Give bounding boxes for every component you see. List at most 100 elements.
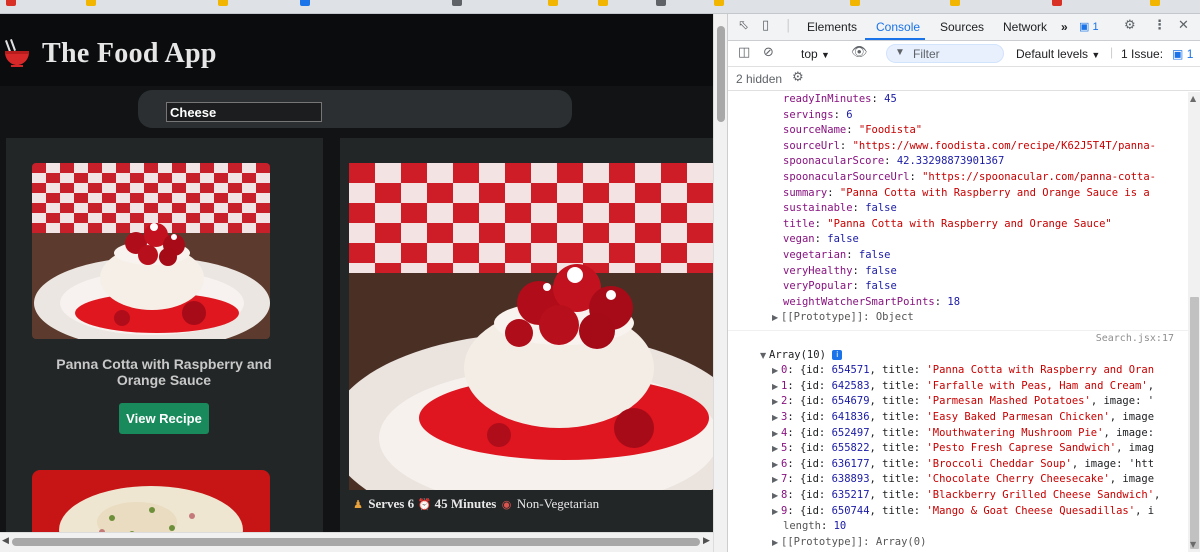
settings-gear-icon[interactable]: ⚙ <box>1124 18 1136 33</box>
expand-triangle-icon: ▶ <box>772 491 779 500</box>
app-title: The Food App <box>42 38 217 69</box>
diet-text: Non-Vegetarian <box>516 496 600 511</box>
console-settings-gear-icon[interactable]: ⚙ <box>792 70 804 85</box>
recipe-thumbnail[interactable] <box>32 163 270 339</box>
active-tab-indicator <box>865 38 925 40</box>
scroll-up-icon[interactable]: ▲ <box>1190 94 1196 103</box>
browser-tab-strip[interactable] <box>0 0 1200 14</box>
chevron-down-icon: ▼ <box>1091 50 1101 60</box>
scroll-left-icon[interactable]: ◀ <box>2 536 9 546</box>
expand-triangle-icon: ▶ <box>772 537 779 547</box>
array-item-row[interactable]: ▶ 2: {id: 654679, title: 'Parmesan Mashed… <box>772 394 1154 410</box>
tab-sources[interactable]: Sources <box>940 20 984 34</box>
array-item-row[interactable]: ▶ 5: {id: 655822, title: 'Pesto Fresh Cap… <box>772 441 1154 457</box>
array-item-row[interactable]: ▶ 0: {id: 654571, title: 'Panna Cotta wit… <box>772 363 1154 379</box>
recipe-detail-meta: ♟ Serves 6 ⏰ 45 Minutes ◉ Non-Vegetarian <box>351 496 599 512</box>
array-item-row[interactable]: ▶ 4: {id: 652497, title: 'Mouthwatering M… <box>772 426 1154 442</box>
more-options-icon[interactable]: ⋮ <box>1153 18 1166 33</box>
tab-console[interactable]: Console <box>876 20 920 34</box>
food-app: The Food App Cheese Panna Cotta with Ras… <box>0 14 713 552</box>
tab-network[interactable]: Network <box>1003 20 1047 34</box>
expand-triangle-icon: ▶ <box>772 475 779 485</box>
context-selector-label: top <box>801 47 818 61</box>
console-filter-bar: ◫ ⊘ top ▼ 👁 ▼ Filter Default levels ▼ | … <box>728 41 1200 67</box>
console-object-property[interactable]: title: "Panna Cotta with Raspberry and O… <box>783 217 1112 233</box>
tab-elements[interactable]: Elements <box>807 20 857 34</box>
array-item-row[interactable]: ▶ 6: {id: 636177, title: 'Broccoli Chedda… <box>772 457 1154 473</box>
array-item-row[interactable]: ▶ 7: {id: 638893, title: 'Chocolate Cherr… <box>772 472 1154 488</box>
array-item-row[interactable]: ▶ 8: {id: 635217, title: 'Blackberry Gril… <box>772 488 1160 504</box>
array-item-row[interactable]: ▶ 1: {id: 642583, title: 'Farfalle with P… <box>772 379 1154 395</box>
console-object-property[interactable]: sourceUrl: "https://www.foodista.com/rec… <box>783 139 1156 155</box>
prototype-array-row[interactable]: ▶ [[Prototype]]: Array(0) <box>772 535 926 551</box>
device-toolbar-icon[interactable]: ▯ <box>762 18 769 33</box>
filter-icon: ▼ <box>895 47 905 58</box>
context-selector[interactable]: top ▼ <box>801 47 830 61</box>
expand-triangle-icon: ▶ <box>772 397 779 407</box>
search-input[interactable] <box>166 102 322 122</box>
expand-triangle-icon: ▶ <box>772 313 779 323</box>
view-recipe-button[interactable]: View Recipe <box>119 403 209 434</box>
console-object-property[interactable]: summary: "Panna Cotta with Raspberry and… <box>783 186 1150 202</box>
prototype-object-row[interactable]: ▶ [[Prototype]]: Object <box>772 310 914 326</box>
array-item-row[interactable]: ▶ 9: {id: 650744, title: 'Mango & Goat Ch… <box>772 504 1154 520</box>
array-header-row[interactable]: ▼ Array(10) i <box>760 348 843 364</box>
app-horizontal-scroll-thumb[interactable] <box>12 538 700 546</box>
scroll-right-icon[interactable]: ▶ <box>703 536 710 546</box>
app-vertical-scrollbar[interactable] <box>713 14 727 552</box>
eye-icon[interactable]: 👁 <box>851 45 868 60</box>
toolbar-divider: | <box>786 18 791 33</box>
expand-triangle-icon: ▶ <box>772 381 779 391</box>
console-object-property[interactable]: readyInMinutes: 45 <box>783 92 897 108</box>
filter-divider: | <box>1110 45 1114 59</box>
array-item-row[interactable]: ▶ 3: {id: 641836, title: 'Easy Baked Parm… <box>772 410 1154 426</box>
screen: The Food App Cheese Panna Cotta with Ras… <box>0 0 1200 552</box>
messages-badge[interactable]: ▣ 1 <box>1079 20 1099 33</box>
scroll-down-icon[interactable]: ▼ <box>1190 540 1196 549</box>
array-length-row[interactable]: length: 10 <box>783 519 846 535</box>
meat-icon: ◉ <box>501 498 512 511</box>
console-output: readyInMinutes: 45 servings: 6 sourceName:… <box>728 92 1188 552</box>
console-object-property[interactable]: spoonacularSourceUrl: "https://spoonacul… <box>783 170 1156 186</box>
app-vertical-scroll-thumb[interactable] <box>717 26 725 122</box>
console-object-property[interactable]: vegetarian: false <box>783 248 890 264</box>
console-object-property[interactable]: sourceName: "Foodista" <box>783 123 922 139</box>
expand-triangle-icon: ▶ <box>772 506 779 516</box>
collapse-triangle-icon: ▼ <box>760 350 767 360</box>
console-object-property[interactable]: vegan: false <box>783 232 859 248</box>
sidebar-toggle-icon[interactable]: ◫ <box>738 45 750 60</box>
filter-input[interactable]: ▼ Filter <box>886 44 1004 63</box>
chevron-down-icon: ▼ <box>821 50 830 60</box>
message-icon: ▣ <box>1172 47 1184 61</box>
console-scrollbar[interactable]: ▲ ▼ <box>1188 92 1200 552</box>
hidden-count: 2 hidden <box>736 72 783 86</box>
log-levels-label: Default levels <box>1016 47 1089 61</box>
devtools-toolbar: ⬁ ▯ | Elements Console Sources Network »… <box>728 14 1200 41</box>
console-object-property[interactable]: sustainable: false <box>783 201 897 217</box>
clear-console-icon[interactable]: ⊘ <box>763 45 774 60</box>
people-icon: ♟ <box>353 498 363 511</box>
close-icon[interactable]: ✕ <box>1178 18 1189 33</box>
console-object-property[interactable]: weightWatcherSmartPoints: 18 <box>783 295 960 311</box>
issues-label[interactable]: 1 Issue: <box>1121 47 1163 61</box>
recipe-card-title: Panna Cotta with Raspberry and Orange Sa… <box>56 356 272 388</box>
console-scroll-thumb[interactable] <box>1190 297 1199 549</box>
filter-placeholder: Filter <box>913 47 940 61</box>
alarm-clock-icon: ⏰ <box>417 498 432 511</box>
console-object-property[interactable]: veryPopular: false <box>783 279 897 295</box>
log-levels-dropdown[interactable]: Default levels ▼ <box>1016 47 1100 61</box>
issues-badge[interactable]: ▣ 1 <box>1172 47 1193 61</box>
console-object-property[interactable]: veryHealthy: false <box>783 264 897 280</box>
source-link[interactable]: Search.jsx:17 <box>1096 331 1174 347</box>
app-horizontal-scrollbar[interactable]: ◀ ▶ <box>0 532 713 552</box>
expand-triangle-icon: ▶ <box>772 413 779 422</box>
console-object-property[interactable]: servings: 6 <box>783 108 853 124</box>
more-tabs-button[interactable]: » <box>1061 20 1068 34</box>
console-object-property[interactable]: spoonacularScore: 42.33298873901367 <box>783 154 1004 170</box>
app-header: The Food App <box>0 14 713 86</box>
message-icon: ▣ <box>1079 21 1090 33</box>
inspect-element-icon[interactable]: ⬁ <box>738 18 749 33</box>
minutes-text: 45 Minutes <box>434 496 497 511</box>
devtools-panel: ⬁ ▯ | Elements Console Sources Network »… <box>727 14 1200 552</box>
hidden-messages-row: 2 hidden ⚙ <box>728 67 1200 91</box>
